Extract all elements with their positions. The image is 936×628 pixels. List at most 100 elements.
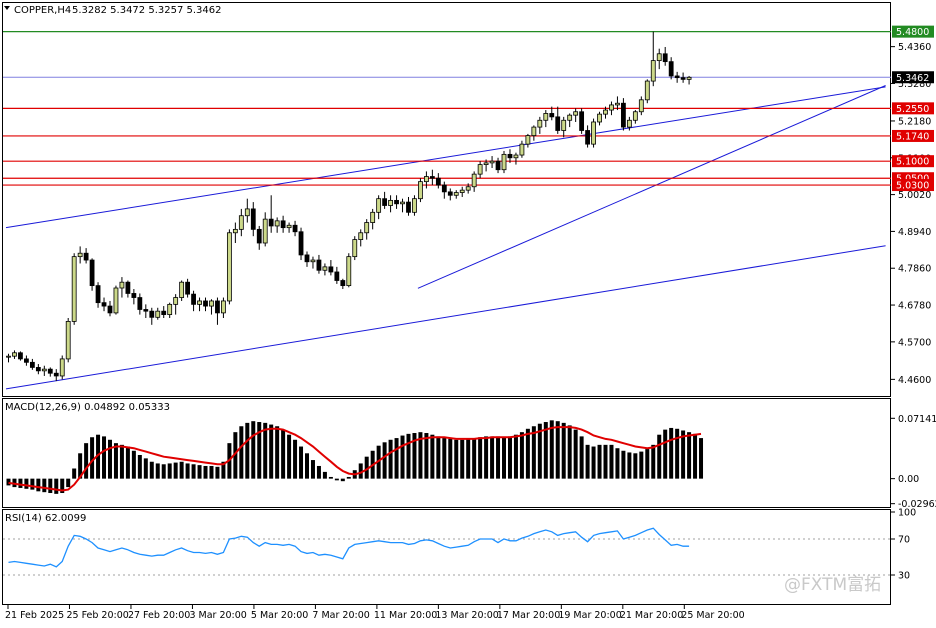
candle xyxy=(621,98,626,131)
macd-bar xyxy=(603,444,608,479)
bear-candle-body xyxy=(268,218,274,227)
rsi-axis-label: 70 xyxy=(898,535,910,546)
bear-candle-body xyxy=(668,61,674,77)
bear-candle-body xyxy=(53,372,59,377)
bear-candle-body xyxy=(125,281,131,294)
candle xyxy=(71,253,77,325)
time-axis-label: 21 Mar 20:00 xyxy=(620,610,683,621)
bear-candle-body xyxy=(101,302,107,307)
time-axis-label: 7 Mar 20:00 xyxy=(312,610,369,621)
level-tag-5.1740: 5.1740 xyxy=(896,131,929,142)
macd-bar xyxy=(502,437,507,479)
macd-bar xyxy=(322,471,327,479)
macd-bar xyxy=(597,444,602,479)
macd-bar xyxy=(699,438,704,479)
chart-window[interactable]: 5.43605.32805.21805.11005.00204.89404.78… xyxy=(0,0,936,624)
bull-candle-body xyxy=(483,162,489,165)
macd-bar xyxy=(245,422,250,479)
time-axis-label: 11 Mar 20:00 xyxy=(374,610,437,621)
macd-bar xyxy=(155,463,160,479)
chart-canvas[interactable]: 5.43605.32805.21805.11005.00204.89404.78… xyxy=(0,0,936,624)
candle xyxy=(591,118,596,148)
macd-bar xyxy=(555,421,560,479)
candle xyxy=(579,108,585,134)
bull-candle-body xyxy=(310,259,316,263)
bear-candle-body xyxy=(382,198,388,206)
macd-bar xyxy=(310,460,315,479)
time-axis-label: 19 Mar 20:00 xyxy=(558,610,621,621)
bear-candle-body xyxy=(215,300,220,314)
bear-candle-body xyxy=(89,259,95,287)
macd-bar xyxy=(478,437,483,479)
bull-candle-body xyxy=(632,111,638,121)
bull-candle-body xyxy=(477,164,483,175)
macd-bar xyxy=(36,478,41,492)
level-tag-5.4800: 5.4800 xyxy=(896,27,929,38)
macd-bar xyxy=(579,436,584,479)
bull-candle-body xyxy=(221,300,226,314)
candle xyxy=(501,150,507,174)
macd-bar xyxy=(6,478,11,486)
bear-candle-body xyxy=(256,228,262,244)
bear-candle-body xyxy=(131,293,137,298)
macd-bar xyxy=(72,468,77,479)
macd-bar xyxy=(287,434,292,479)
bull-candle-body xyxy=(453,192,459,196)
macd-bar xyxy=(657,434,662,479)
bull-candle-body xyxy=(388,199,393,206)
bull-candle-body xyxy=(244,208,250,217)
level-tag-5.1000: 5.1000 xyxy=(896,157,929,168)
macd-bar xyxy=(161,464,166,479)
bull-candle-body xyxy=(644,80,650,101)
bear-candle-body xyxy=(549,113,555,118)
bear-candle-body xyxy=(203,300,208,307)
bear-candle-body xyxy=(185,281,191,295)
macd-bar xyxy=(382,442,387,479)
macd-bar xyxy=(209,465,214,479)
bear-candle-body xyxy=(334,271,340,281)
macd-bar xyxy=(18,478,23,488)
macd-bar xyxy=(203,465,208,479)
bear-candle-body xyxy=(555,116,561,131)
macd-bar xyxy=(299,446,304,479)
bull-candle-body xyxy=(262,218,268,244)
macd-bar xyxy=(328,476,333,479)
macd-bar xyxy=(448,438,453,479)
bull-candle-body xyxy=(6,355,11,358)
bull-candle-body xyxy=(41,368,47,372)
macd-bar xyxy=(454,439,459,479)
bull-candle-body xyxy=(119,281,125,289)
bear-candle-body xyxy=(29,361,35,368)
bull-candle-body xyxy=(471,173,477,188)
bear-candle-body xyxy=(95,285,101,304)
macd-bar xyxy=(119,444,124,479)
macd-bar xyxy=(513,434,518,479)
macd-bar xyxy=(66,478,71,488)
macd-bar xyxy=(525,428,530,479)
price-axis-label: 4.8940 xyxy=(898,227,931,238)
bear-candle-body xyxy=(292,224,298,233)
bear-candle-body xyxy=(394,199,399,205)
bull-candle-body xyxy=(591,121,596,145)
bull-candle-body xyxy=(59,358,65,377)
macd-bar xyxy=(591,446,596,479)
macd-bar xyxy=(669,427,674,479)
bear-candle-body xyxy=(662,53,668,63)
macd-bar xyxy=(442,438,447,479)
macd-bar xyxy=(687,432,692,479)
symbol-label: COPPER,H4 xyxy=(14,5,71,16)
bear-candle-body xyxy=(507,153,513,159)
bear-candle-body xyxy=(406,201,411,213)
macd-bar xyxy=(484,436,489,479)
bull-candle-body xyxy=(418,181,423,200)
macd-bar xyxy=(621,450,626,479)
bull-candle-body xyxy=(531,126,537,137)
candle xyxy=(18,351,23,361)
time-axis-label: 17 Mar 20:00 xyxy=(497,610,560,621)
candle xyxy=(179,280,185,301)
bull-candle-body xyxy=(501,153,507,171)
bull-candle-body xyxy=(155,310,161,318)
candle xyxy=(59,355,65,380)
bull-candle-body xyxy=(65,321,71,360)
bull-candle-body xyxy=(232,228,238,234)
